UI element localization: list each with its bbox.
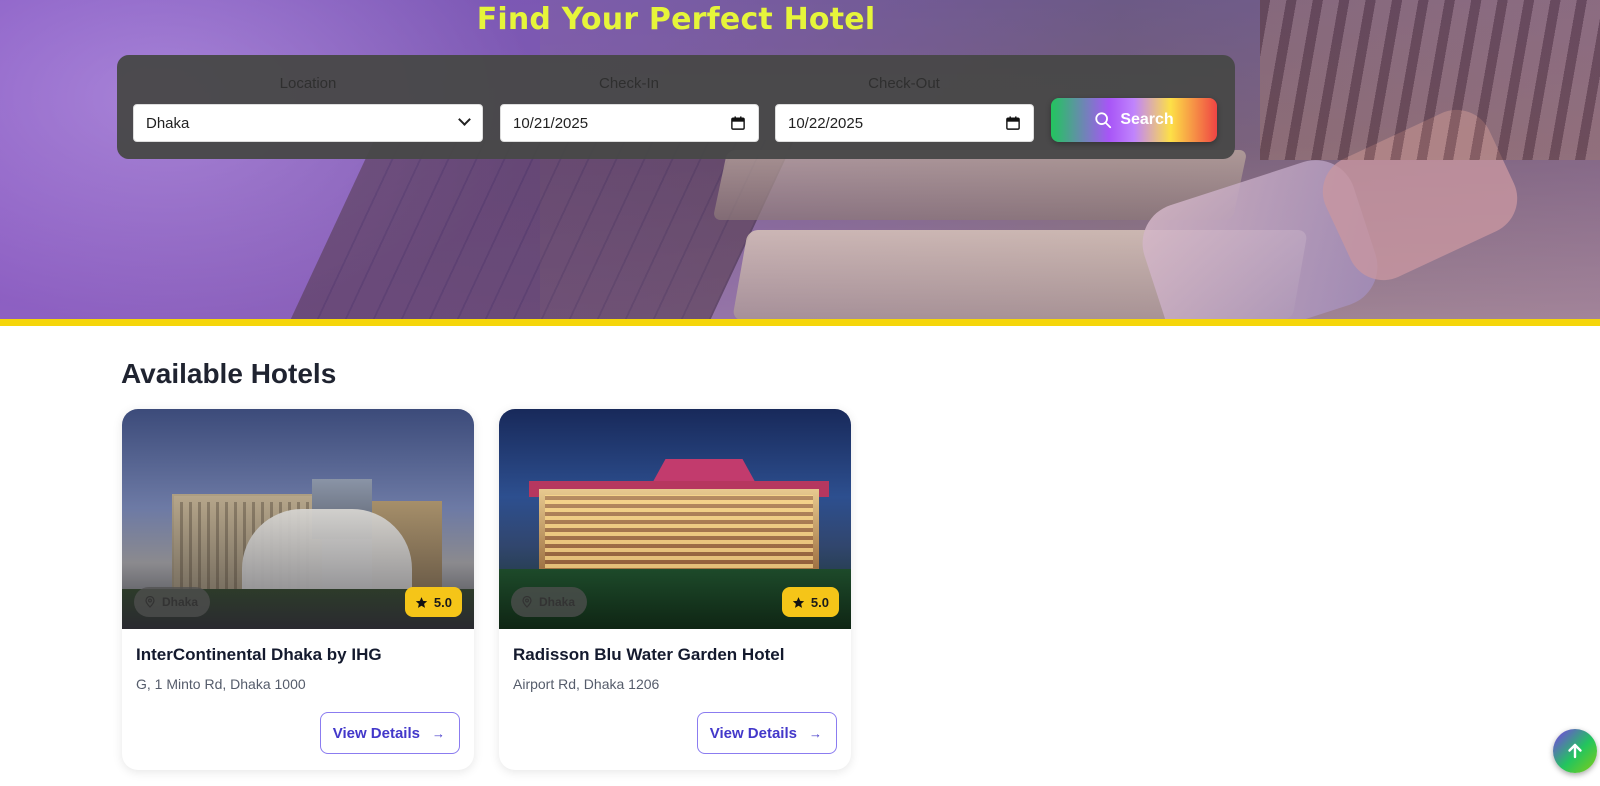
search-icon [1095, 112, 1112, 129]
star-icon [792, 596, 805, 608]
rating-value: 5.0 [810, 594, 829, 610]
calendar-icon[interactable] [1006, 116, 1020, 130]
location-badge: Dhaka [134, 587, 211, 617]
view-details-label: View Details [332, 724, 420, 742]
arrow-up-icon [1568, 743, 1582, 759]
rating-badge: 5.0 [404, 587, 462, 617]
hero-divider [0, 319, 1600, 326]
hotel-image: Dhaka 5.0 [499, 409, 851, 629]
location-select[interactable]: Dhaka [133, 104, 483, 142]
checkin-label: Check-In [598, 75, 660, 92]
hero-deck-image-area [285, 140, 795, 326]
location-select-value: Dhaka [146, 115, 190, 132]
chevron-down-icon [458, 113, 471, 126]
location-badge: Dhaka [511, 587, 588, 617]
view-details-button[interactable]: View Details → [696, 712, 837, 754]
location-label: Location [279, 75, 337, 92]
back-to-top-button[interactable] [1553, 729, 1597, 773]
search-panel: Location Check-In Check-Out Dhaka 10/21/… [117, 55, 1235, 159]
search-button-label: Search [1120, 111, 1174, 128]
hotel-image: Dhaka 5.0 [122, 409, 474, 629]
arrow-right-icon: → [809, 725, 822, 741]
hotel-card[interactable]: Dhaka 5.0 Radisson Blu Water Garden Hote… [499, 409, 851, 770]
map-pin-icon [145, 596, 155, 608]
location-badge-text: Dhaka [539, 595, 576, 609]
map-pin-icon [522, 596, 532, 608]
hotel-address: G, 1 Minto Rd, Dhaka 1000 [136, 676, 306, 692]
page-title: Find Your Perfect Hotel [476, 2, 876, 37]
view-details-button[interactable]: View Details → [319, 712, 460, 754]
hotel-name: Radisson Blu Water Garden Hotel [513, 645, 785, 664]
hotel-address: Airport Rd, Dhaka 1206 [513, 676, 660, 692]
view-details-label: View Details [709, 724, 797, 742]
rating-value: 5.0 [433, 594, 452, 610]
star-icon [415, 596, 428, 608]
checkout-label: Check-Out [868, 75, 940, 92]
location-badge-text: Dhaka [162, 595, 199, 609]
calendar-icon[interactable] [731, 116, 745, 130]
hotel-name: InterContinental Dhaka by IHG [136, 645, 382, 664]
search-button[interactable]: Search [1051, 98, 1217, 142]
rating-badge: 5.0 [781, 587, 839, 617]
checkout-date-input[interactable]: 10/22/2025 [775, 104, 1034, 142]
section-title: Available Hotels [121, 358, 337, 389]
hero-banner: Find Your Perfect Hotel Location Check-I… [0, 0, 1600, 326]
checkin-date-input[interactable]: 10/21/2025 [500, 104, 759, 142]
checkout-date-value: 10/22/2025 [788, 115, 864, 132]
hotel-card[interactable]: Dhaka 5.0 InterContinental Dhaka by IHG … [122, 409, 474, 770]
arrow-right-icon: → [432, 725, 445, 741]
checkin-date-value: 10/21/2025 [513, 115, 589, 132]
